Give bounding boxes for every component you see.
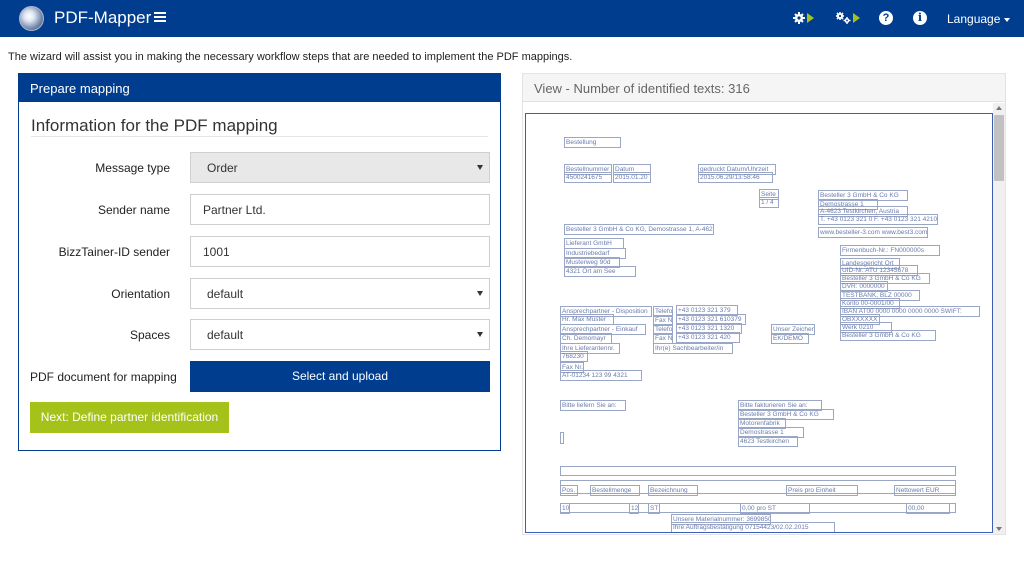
identified-text-box[interactable]: Ihre Auftragsbestätigung 07154423/02.02.… bbox=[671, 522, 835, 532]
identified-text-box[interactable]: Besteller 3 GmbH & Co KG bbox=[840, 330, 936, 341]
help-icon[interactable]: ? bbox=[879, 11, 893, 25]
prepare-mapping-panel: Prepare mapping Information for the PDF … bbox=[18, 73, 501, 451]
app-logo bbox=[19, 6, 44, 31]
language-label: Language bbox=[947, 12, 1001, 26]
caret-down-icon bbox=[477, 332, 483, 337]
gear-play-icon[interactable] bbox=[793, 10, 815, 26]
identified-text-box[interactable]: Besteller 3 GmbH & Co KG, Demostrasse 1,… bbox=[564, 224, 714, 235]
sender-name-label: Sender name bbox=[97, 203, 170, 217]
message-type-label: Message type bbox=[95, 161, 170, 175]
app-title: PDF-Mapper bbox=[54, 8, 152, 27]
top-navbar: PDF-Mapper ? i Language bbox=[0, 0, 1024, 37]
info-icon[interactable]: i bbox=[913, 11, 927, 25]
scroll-down-icon[interactable] bbox=[996, 527, 1002, 531]
identified-text-box[interactable]: Firmenbuch-Nr.: FN000000s bbox=[840, 245, 940, 256]
identified-text-box[interactable]: 1 / 4 bbox=[759, 197, 779, 208]
empty-text-box[interactable] bbox=[560, 480, 956, 494]
empty-text-box[interactable] bbox=[560, 466, 956, 476]
bizztainer-id-label: BizzTainer-ID sender bbox=[58, 245, 170, 259]
spaces-row: Spaces default bbox=[19, 319, 502, 351]
pdf-document-label: PDF document for mapping bbox=[30, 370, 177, 384]
identified-text-box[interactable]: EK/DEMO bbox=[771, 333, 809, 344]
orientation-value: default bbox=[207, 287, 244, 301]
hamburger-menu-icon[interactable] bbox=[154, 10, 166, 26]
section-title: Information for the PDF mapping bbox=[31, 116, 278, 135]
identified-text-box[interactable]: +43 0123 321 420 bbox=[676, 332, 740, 343]
pdf-document-row: PDF document for mapping Select and uplo… bbox=[19, 361, 502, 393]
bizztainer-id-row: BizzTainer-ID sender 1001 bbox=[19, 236, 502, 268]
identified-text-box[interactable]: 4623 Testkirchen bbox=[738, 436, 798, 447]
identified-text-box[interactable]: AT-01234 123 99 4321 bbox=[560, 370, 642, 381]
orientation-row: Orientation default bbox=[19, 278, 502, 310]
orientation-label: Orientation bbox=[111, 287, 170, 301]
next-define-partner-button[interactable]: Next: Define partner identification bbox=[30, 402, 229, 433]
identified-text-box[interactable]: T. +43 0123 321 0 F. +43 0123 321 4210 bbox=[818, 214, 938, 225]
sender-name-row: Sender name Partner Ltd. bbox=[19, 194, 502, 226]
empty-text-box[interactable] bbox=[560, 432, 564, 444]
caret-down-icon bbox=[1004, 17, 1011, 22]
identified-text-box[interactable]: 768230 bbox=[560, 351, 588, 362]
panel-header: Prepare mapping bbox=[19, 74, 500, 102]
identified-text-box[interactable]: 4500241675 bbox=[564, 172, 612, 183]
pdf-page: Bestellung Bestellnummer Datum 4500241675 20… bbox=[526, 114, 992, 532]
panel-header: View - Number of identified texts: 316 bbox=[523, 74, 1005, 102]
identified-text-box[interactable]: Bestellung bbox=[564, 137, 621, 148]
empty-text-box[interactable] bbox=[560, 503, 956, 513]
divider bbox=[31, 136, 488, 137]
gears-play-icon[interactable] bbox=[835, 10, 861, 26]
caret-down-icon bbox=[477, 165, 483, 170]
bizztainer-id-input[interactable]: 1001 bbox=[190, 236, 490, 267]
identified-text-box[interactable]: www.besteller-3.com www.best3.com bbox=[818, 227, 928, 238]
scrollbar-thumb[interactable] bbox=[994, 115, 1004, 181]
identified-text-box[interactable]: Ihr(e) Sachbearbeiter/in bbox=[653, 343, 733, 354]
spaces-label: Spaces bbox=[129, 328, 170, 342]
pdf-preview[interactable]: Bestellung Bestellnummer Datum 4500241675 20… bbox=[525, 113, 993, 533]
wizard-intro-text: The wizard will assist you in making the… bbox=[8, 51, 573, 63]
language-dropdown[interactable]: Language bbox=[947, 12, 1011, 26]
spaces-value: default bbox=[207, 328, 244, 342]
identified-text-box[interactable]: 2015.01.20 bbox=[613, 172, 651, 183]
identified-text-box[interactable]: 2015.06.29/13:58:46 bbox=[698, 172, 773, 183]
identified-text-box[interactable]: Bitte liefern Sie an: bbox=[560, 400, 626, 411]
spaces-select[interactable]: default bbox=[190, 319, 490, 350]
identified-text-box[interactable]: 4321 Ort am See bbox=[564, 266, 636, 277]
caret-down-icon bbox=[477, 291, 483, 296]
orientation-select[interactable]: default bbox=[190, 278, 490, 309]
select-and-upload-button[interactable]: Select and upload bbox=[190, 361, 490, 392]
vertical-scrollbar[interactable] bbox=[993, 103, 1005, 534]
sender-name-input[interactable]: Partner Ltd. bbox=[190, 194, 490, 225]
message-type-row: Message type Order bbox=[19, 152, 502, 184]
message-type-select[interactable]: Order bbox=[190, 152, 490, 183]
scroll-up-icon[interactable] bbox=[996, 106, 1002, 110]
message-type-value: Order bbox=[207, 161, 238, 175]
pdf-view-panel: View - Number of identified texts: 316 B… bbox=[522, 73, 1006, 535]
